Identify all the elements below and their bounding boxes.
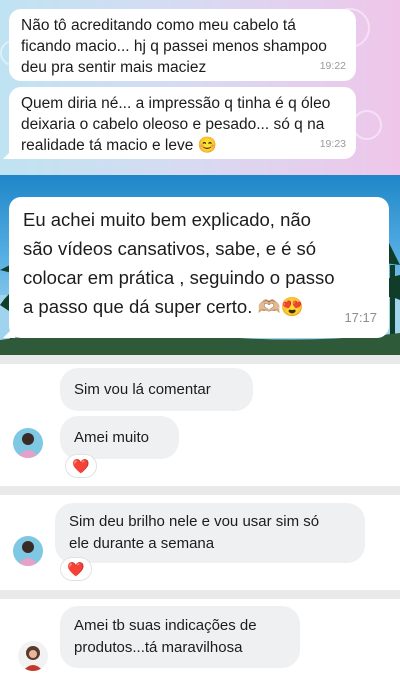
comment-text: Amei muito: [74, 429, 150, 446]
message-line-text: realidade tá macio e leve: [21, 137, 194, 154]
message-time: 17:17: [344, 310, 377, 325]
message-line: Quem diria né... a impressão q tinha é q…: [21, 95, 331, 112]
comment-line: ele durante a semana: [69, 535, 215, 552]
testimonials-collage: Não tô acreditando como meu cabelo tá fi…: [0, 0, 400, 674]
section-divider: [0, 590, 400, 599]
smile-emoji: 😊: [197, 137, 217, 154]
whatsapp-chat-1: Não tô acreditando como meu cabelo tá fi…: [0, 0, 400, 175]
section-divider: [0, 355, 400, 364]
heart-reaction[interactable]: ❤️: [65, 454, 97, 478]
message-time: 19:22: [319, 60, 346, 72]
message-line: Eu achei muito bem explicado, não: [23, 209, 311, 230]
chat-message[interactable]: Quem diria né... a impressão q tinha é q…: [3, 87, 356, 159]
whatsapp-chat-2: Eu achei muito bem explicado, não são ví…: [0, 175, 400, 355]
heart-icon: ❤️: [67, 560, 85, 577]
message-line: são vídeos cansativos, sabe, e é só: [23, 238, 317, 259]
avatar-photo-icon: [13, 428, 43, 458]
bubble-tail: [3, 149, 13, 159]
bubble-tail: [3, 326, 15, 338]
comment-line: Sim deu brilho nele e vou usar sim só: [69, 513, 320, 530]
message-line: Não tô acreditando como meu cabelo tá: [21, 17, 296, 34]
avatar[interactable]: [13, 536, 43, 566]
message-line-text: a passo que dá super certo.: [23, 296, 253, 317]
message-line: colocar em prática , seguindo o passo: [23, 267, 335, 288]
comment-text: Sim vou lá comentar: [74, 381, 211, 398]
message-line: deixaria o cabelo oleoso e pesado... só …: [21, 116, 325, 133]
chat-message[interactable]: Não tô acreditando como meu cabelo tá fi…: [9, 9, 356, 81]
chat-message[interactable]: Eu achei muito bem explicado, não são ví…: [3, 197, 389, 338]
message-line: a passo que dá super certo. 🫶🏼😍: [23, 292, 375, 321]
heart-icon: ❤️: [72, 457, 90, 474]
avatar-photo-icon: [18, 641, 48, 671]
message-time: 19:23: [319, 138, 346, 150]
section-divider: [0, 486, 400, 495]
avatar[interactable]: [13, 428, 43, 458]
message-line: realidade tá macio e leve 😊: [21, 135, 344, 156]
heart-hands-emoji: 🫶🏼😍: [257, 296, 304, 317]
comment-bubble[interactable]: Amei muito: [60, 416, 179, 459]
comment-bubble[interactable]: Sim vou lá comentar: [60, 368, 253, 411]
message-line: ficando macio... hj q passei menos shamp…: [21, 38, 327, 55]
comment-line: produtos...tá maravilhosa: [74, 639, 243, 656]
message-line: deu pra sentir mais maciez: [21, 59, 207, 76]
comment-bubble[interactable]: Sim deu brilho nele e vou usar sim só el…: [55, 503, 365, 563]
heart-reaction[interactable]: ❤️: [60, 557, 92, 581]
comment-bubble[interactable]: Amei tb suas indicações de produtos...tá…: [60, 606, 300, 668]
avatar-photo-icon: [13, 536, 43, 566]
avatar[interactable]: [18, 641, 48, 671]
wallpaper-doodle: [352, 110, 382, 140]
comment-line: Amei tb suas indicações de: [74, 617, 257, 634]
